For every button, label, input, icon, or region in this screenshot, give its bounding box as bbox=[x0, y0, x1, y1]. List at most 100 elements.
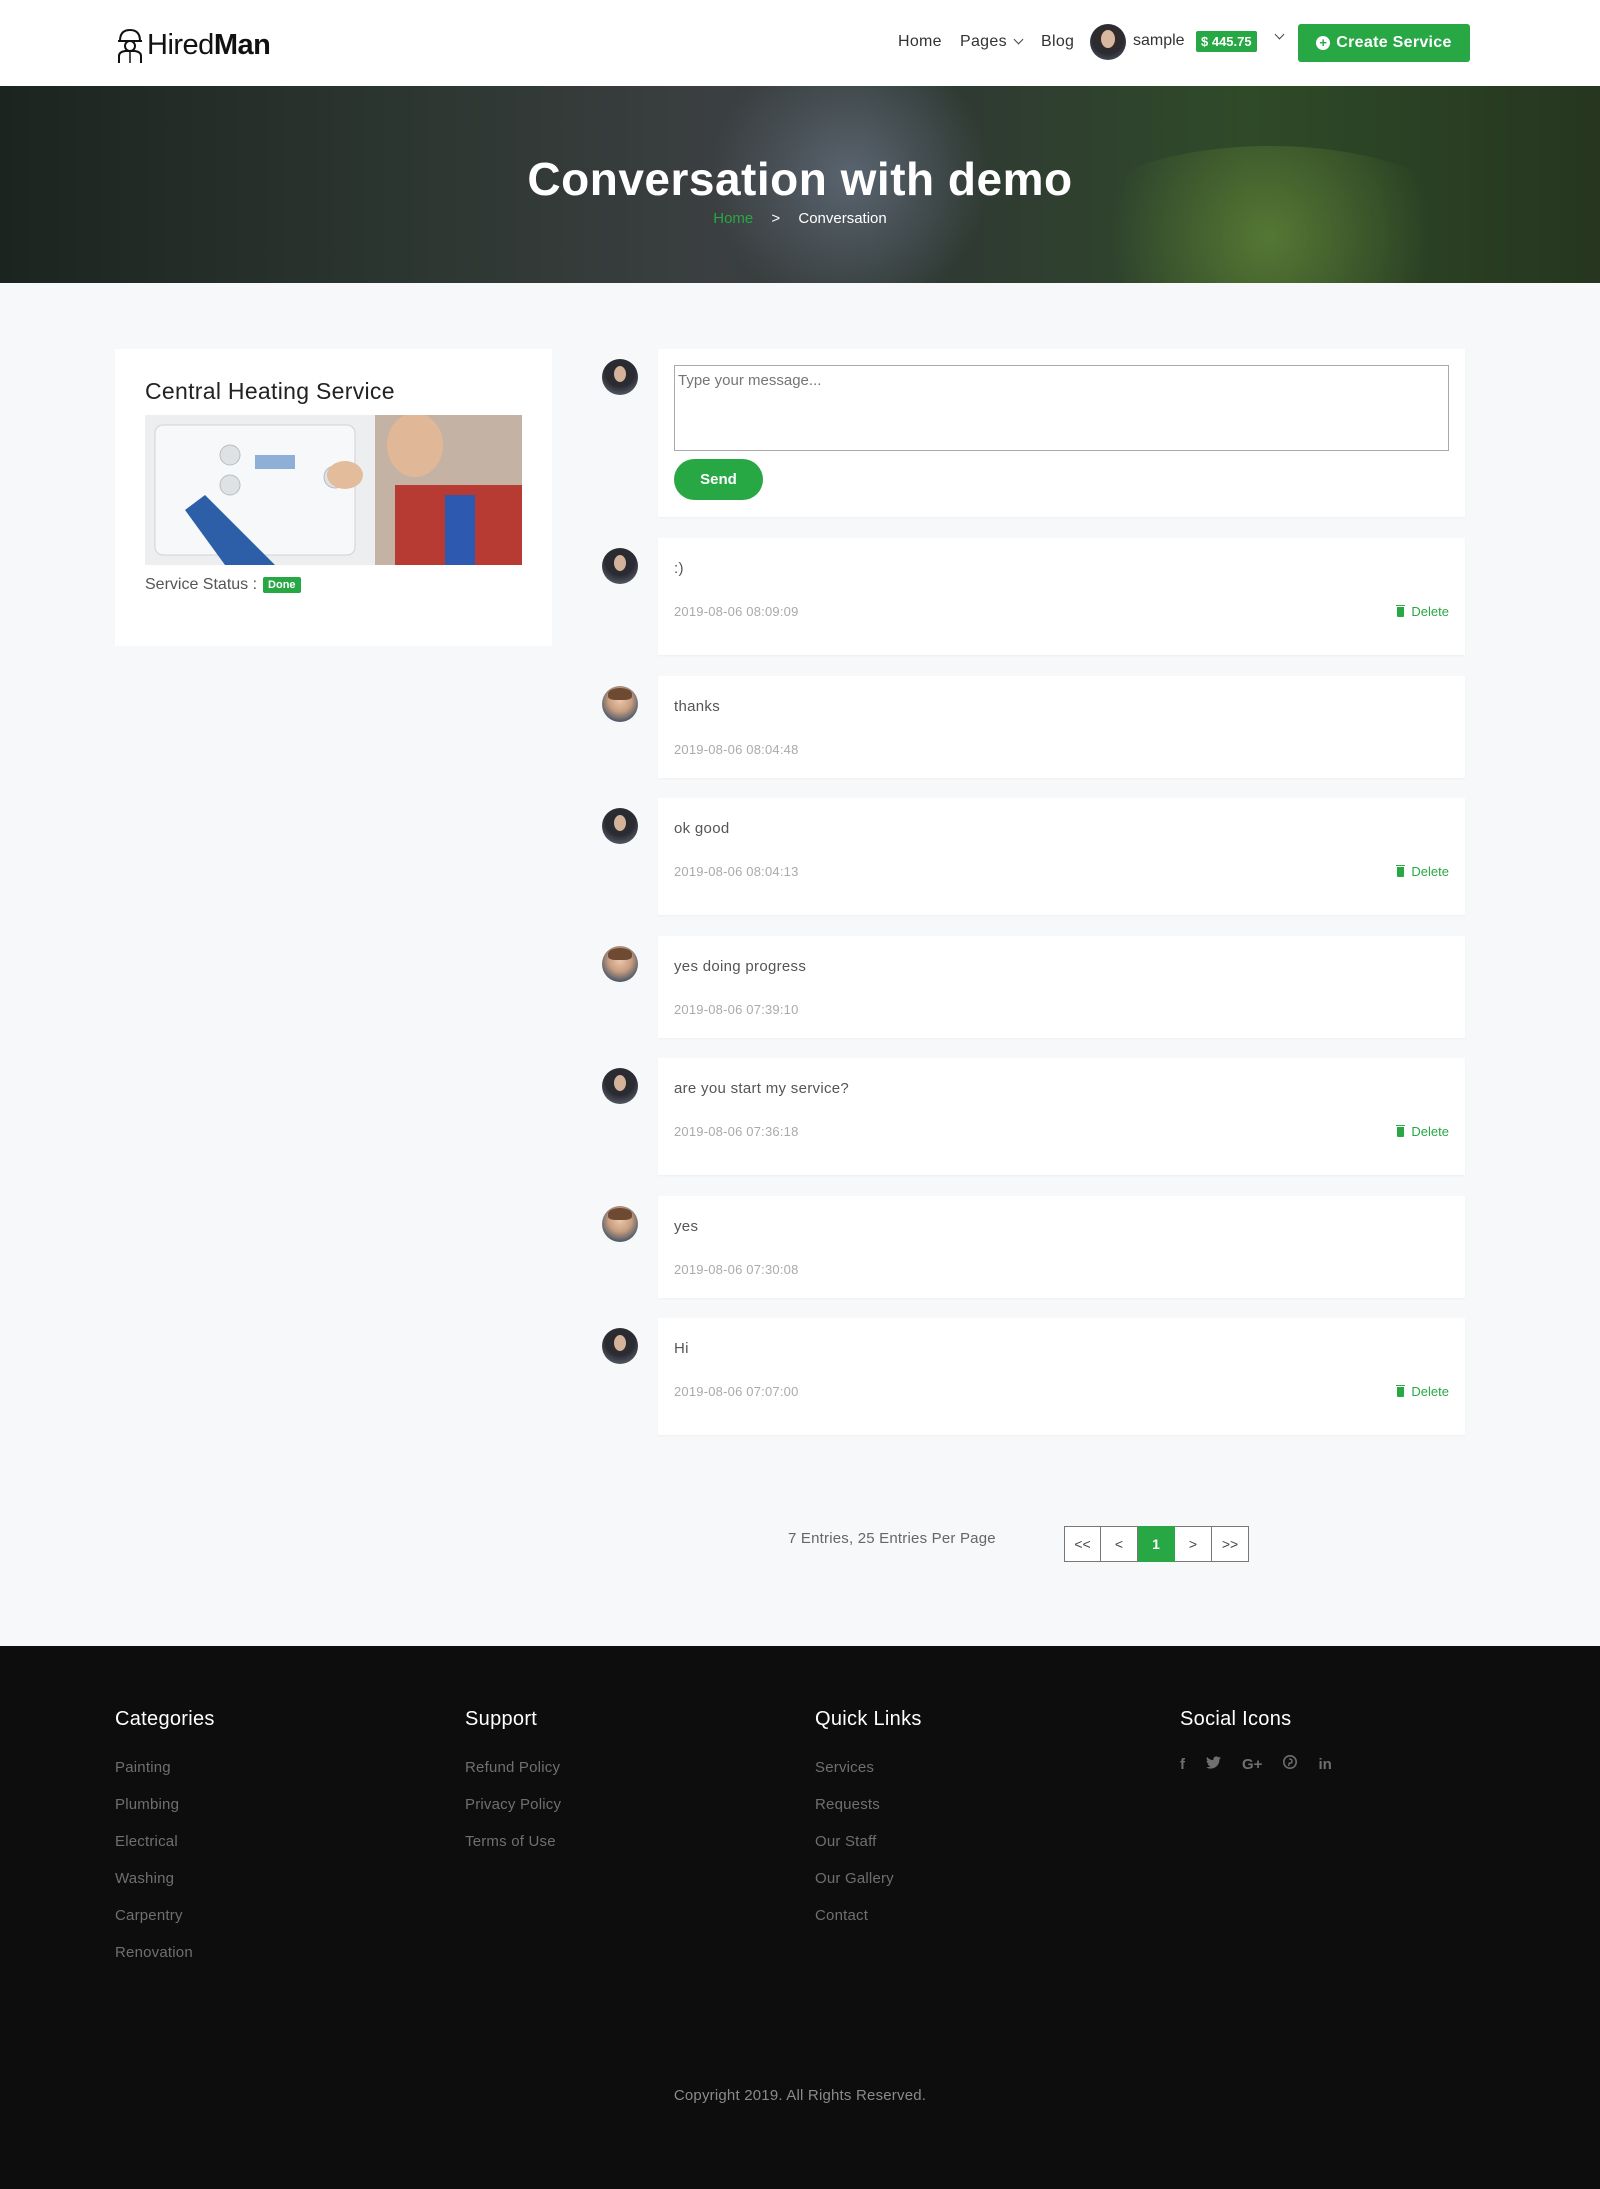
nav-pages-dropdown[interactable]: Pages bbox=[960, 33, 1024, 51]
facebook-icon[interactable]: f bbox=[1180, 1756, 1185, 1773]
google-plus-icon[interactable]: G+ bbox=[1242, 1756, 1262, 1773]
footer-link[interactable]: Requests bbox=[815, 1796, 922, 1814]
message-timestamp: 2019-08-06 07:30:08 bbox=[674, 1262, 799, 1277]
site-logo[interactable]: HiredMan bbox=[115, 26, 271, 64]
footer-link[interactable]: Plumbing bbox=[115, 1796, 215, 1814]
message-item: Hi 2019-08-06 07:07:00 Delete bbox=[658, 1318, 1465, 1435]
pagination-summary: 7 Entries, 25 Entries Per Page bbox=[788, 1530, 996, 1547]
breadcrumb-current: Conversation bbox=[798, 210, 887, 227]
avatar bbox=[602, 1328, 638, 1364]
footer-link[interactable]: Washing bbox=[115, 1870, 215, 1888]
message-timestamp: 2019-08-06 07:39:10 bbox=[674, 1002, 799, 1017]
delete-label: Delete bbox=[1411, 864, 1449, 879]
message-item: are you start my service? 2019-08-06 07:… bbox=[658, 1058, 1465, 1175]
pinterest-icon[interactable] bbox=[1283, 1755, 1298, 1773]
top-navbar: HiredMan Home Pages Blog sample $ 445.75… bbox=[0, 0, 1600, 86]
message-text: Hi bbox=[674, 1340, 689, 1357]
avatar bbox=[602, 1206, 638, 1242]
footer-link[interactable]: Our Staff bbox=[815, 1833, 922, 1851]
service-card: Central Heating Service Service Status :… bbox=[115, 349, 552, 646]
footer-link[interactable]: Refund Policy bbox=[465, 1759, 561, 1777]
trash-icon bbox=[1396, 604, 1406, 617]
trash-icon bbox=[1396, 1384, 1406, 1397]
footer-heading: Support bbox=[465, 1708, 538, 1730]
message-item: yes 2019-08-06 07:30:08 bbox=[658, 1196, 1465, 1298]
message-timestamp: 2019-08-06 08:09:09 bbox=[674, 604, 799, 619]
footer-heading: Quick Links bbox=[815, 1708, 922, 1730]
delete-label: Delete bbox=[1411, 1124, 1449, 1139]
delete-message-button[interactable]: Delete bbox=[1396, 1384, 1449, 1399]
avatar bbox=[602, 1068, 638, 1104]
footer-link[interactable]: Contact bbox=[815, 1907, 922, 1925]
footer-link[interactable]: Electrical bbox=[115, 1833, 215, 1851]
delete-message-button[interactable]: Delete bbox=[1396, 1124, 1449, 1139]
logo-text-bold: Man bbox=[213, 28, 271, 61]
footer-link[interactable]: Privacy Policy bbox=[465, 1796, 561, 1814]
message-text: :) bbox=[674, 560, 684, 577]
delete-label: Delete bbox=[1411, 604, 1449, 619]
message-item: thanks 2019-08-06 08:04:48 bbox=[658, 676, 1465, 778]
page-title: Conversation with demo bbox=[527, 153, 1073, 205]
create-service-button[interactable]: + Create Service bbox=[1298, 24, 1470, 62]
pagination: << < 1 > >> bbox=[1064, 1526, 1249, 1562]
message-item: :) 2019-08-06 08:09:09 Delete bbox=[658, 538, 1465, 655]
footer-heading: Social Icons bbox=[1180, 1708, 1292, 1730]
footer-social: Social Icons f G+ in bbox=[1180, 1708, 1353, 1773]
breadcrumb: Home > Conversation bbox=[0, 210, 1600, 227]
service-status: Service Status : Done bbox=[145, 576, 301, 594]
user-menu-name[interactable]: sample bbox=[1133, 32, 1185, 50]
avatar bbox=[602, 946, 638, 982]
footer-link[interactable]: Carpentry bbox=[115, 1907, 215, 1925]
footer-link[interactable]: Our Gallery bbox=[815, 1870, 922, 1888]
nav-pages-label: Pages bbox=[960, 33, 1007, 50]
create-service-label: Create Service bbox=[1336, 34, 1452, 51]
twitter-icon[interactable] bbox=[1206, 1755, 1221, 1773]
page-button-current[interactable]: 1 bbox=[1138, 1526, 1175, 1562]
worker-logo-icon bbox=[118, 28, 142, 63]
delete-message-button[interactable]: Delete bbox=[1396, 604, 1449, 619]
footer: Categories Painting Plumbing Electrical … bbox=[0, 1646, 1600, 2189]
social-icons: f G+ in bbox=[1180, 1755, 1353, 1773]
message-text: yes doing progress bbox=[674, 958, 807, 975]
balance-badge: $ 445.75 bbox=[1196, 31, 1257, 52]
delete-label: Delete bbox=[1411, 1384, 1449, 1399]
delete-message-button[interactable]: Delete bbox=[1396, 864, 1449, 879]
page-hero-banner: Conversation with demo Home > Conversati… bbox=[0, 86, 1600, 283]
footer-link[interactable]: Terms of Use bbox=[465, 1833, 561, 1851]
trash-icon bbox=[1396, 1124, 1406, 1137]
message-input[interactable] bbox=[674, 365, 1449, 451]
nav-home[interactable]: Home bbox=[898, 33, 942, 51]
chevron-down-icon bbox=[1013, 34, 1024, 45]
service-status-label: Service Status : bbox=[145, 576, 258, 593]
message-timestamp: 2019-08-06 07:36:18 bbox=[674, 1124, 799, 1139]
user-avatar[interactable] bbox=[1090, 24, 1126, 60]
footer-heading: Categories bbox=[115, 1708, 215, 1730]
message-text: are you start my service? bbox=[674, 1080, 850, 1097]
footer-link[interactable]: Painting bbox=[115, 1759, 215, 1777]
next-page-button[interactable]: > bbox=[1175, 1526, 1212, 1562]
breadcrumb-home[interactable]: Home bbox=[713, 210, 753, 227]
breadcrumb-separator: > bbox=[771, 210, 781, 227]
footer-quick-links: Quick Links Services Requests Our Staff … bbox=[815, 1708, 922, 1944]
last-page-button[interactable]: >> bbox=[1212, 1526, 1249, 1562]
message-text: yes bbox=[674, 1218, 699, 1235]
message-compose-card: Send bbox=[658, 349, 1465, 517]
send-button[interactable]: Send bbox=[674, 459, 763, 500]
footer-support: Support Refund Policy Privacy Policy Ter… bbox=[465, 1708, 561, 1870]
logo-text: HiredMan bbox=[147, 28, 271, 62]
prev-page-button[interactable]: < bbox=[1101, 1526, 1138, 1562]
first-page-button[interactable]: << bbox=[1064, 1526, 1101, 1562]
footer-link[interactable]: Services bbox=[815, 1759, 922, 1777]
footer-link[interactable]: Renovation bbox=[115, 1944, 215, 1962]
linkedin-icon[interactable]: in bbox=[1318, 1756, 1331, 1773]
message-item: ok good 2019-08-06 08:04:13 Delete bbox=[658, 798, 1465, 915]
logo-text-light: Hired bbox=[147, 28, 214, 61]
nav-blog[interactable]: Blog bbox=[1041, 33, 1074, 51]
status-badge: Done bbox=[263, 577, 301, 593]
message-text: thanks bbox=[674, 698, 720, 715]
message-timestamp: 2019-08-06 08:04:48 bbox=[674, 742, 799, 757]
footer-categories: Categories Painting Plumbing Electrical … bbox=[115, 1708, 215, 1981]
plus-circle-icon: + bbox=[1316, 36, 1331, 50]
chevron-down-icon[interactable] bbox=[1274, 29, 1285, 40]
message-timestamp: 2019-08-06 08:04:13 bbox=[674, 864, 799, 879]
